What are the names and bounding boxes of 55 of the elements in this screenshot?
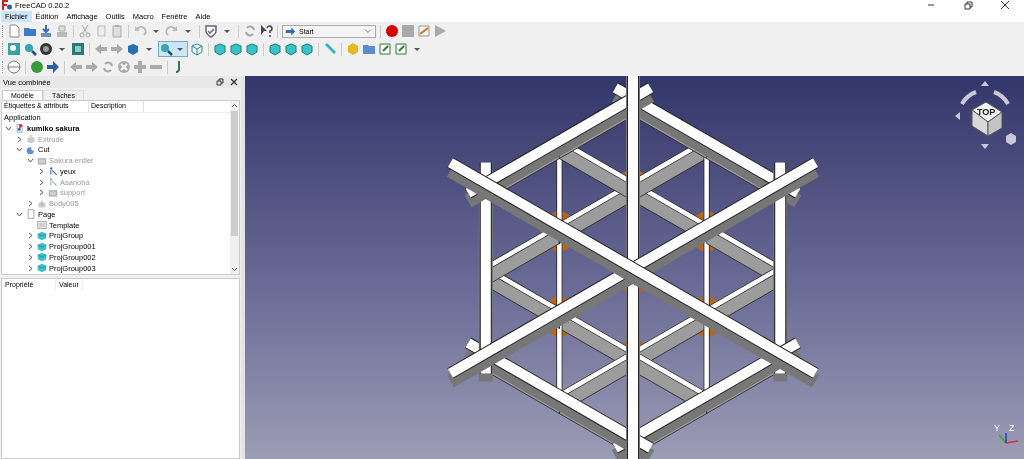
group-icon — [37, 155, 47, 166]
whats-this-icon[interactable] — [259, 24, 273, 38]
link-icon[interactable] — [394, 42, 408, 56]
sketch-icon — [48, 177, 58, 188]
chevron-right-icon[interactable] — [15, 134, 24, 144]
zoom-fit-icon[interactable] — [7, 42, 21, 56]
macro-edit-icon[interactable] — [417, 24, 431, 38]
restore-icon[interactable] — [963, 0, 973, 10]
chevron-right-icon[interactable] — [37, 177, 46, 187]
arrow-right-icon[interactable] — [285, 25, 296, 37]
cube-icon[interactable] — [213, 42, 227, 56]
cube-icon[interactable] — [284, 42, 298, 56]
sketch-icon — [48, 166, 58, 177]
float-icon[interactable] — [216, 78, 224, 86]
scrollbar[interactable] — [230, 101, 239, 274]
bounding-box-icon[interactable] — [71, 42, 85, 56]
cube-icon — [37, 241, 47, 252]
stop-circle-icon[interactable] — [117, 60, 131, 74]
scroll-up-icon[interactable] — [231, 103, 238, 109]
chevron-right-icon[interactable] — [26, 199, 35, 209]
group-folder-icon[interactable] — [362, 42, 376, 56]
download-tray-icon[interactable] — [39, 24, 53, 38]
shield-check-icon[interactable] — [204, 24, 218, 38]
cube-icon[interactable] — [300, 42, 314, 56]
cut-shape-icon — [26, 144, 36, 155]
page-icon — [26, 209, 36, 220]
group-icon — [48, 187, 58, 198]
scroll-down-icon[interactable] — [231, 266, 238, 272]
axis-triad-drawing: Y Z — [992, 417, 1022, 447]
3d-viewport[interactable]: TOP Y Z — [245, 76, 1024, 459]
cube-icon[interactable] — [268, 42, 282, 56]
link-icon[interactable] — [378, 42, 392, 56]
document-icon — [15, 123, 25, 134]
template-icon — [37, 220, 47, 231]
close-icon[interactable] — [230, 78, 238, 86]
cube-icon — [37, 230, 47, 241]
app-logo-icon — [2, 0, 12, 10]
wireframe-cube-icon[interactable] — [190, 42, 204, 56]
chevron-right-icon[interactable] — [26, 231, 35, 241]
record-icon[interactable] — [385, 24, 399, 38]
chevron-right-icon[interactable] — [37, 166, 46, 176]
scroll-thumb[interactable] — [231, 111, 238, 236]
arrow-right-icon[interactable] — [46, 60, 60, 74]
magnifier-icon[interactable] — [23, 42, 37, 56]
close-icon[interactable] — [1000, 0, 1010, 10]
chevron-right-icon[interactable] — [26, 263, 35, 273]
cube-icon[interactable] — [229, 42, 243, 56]
chevron-right-icon[interactable] — [26, 242, 35, 252]
chevron-right-icon[interactable] — [37, 188, 46, 198]
clipboard-icon[interactable] — [110, 24, 124, 38]
navigation-cube-drawing[interactable]: TOP — [952, 80, 1018, 152]
cube-icon — [37, 252, 47, 263]
magnifier-icon[interactable] — [159, 42, 173, 56]
chevron-right-icon[interactable] — [26, 252, 35, 262]
cube-icon — [37, 263, 47, 274]
